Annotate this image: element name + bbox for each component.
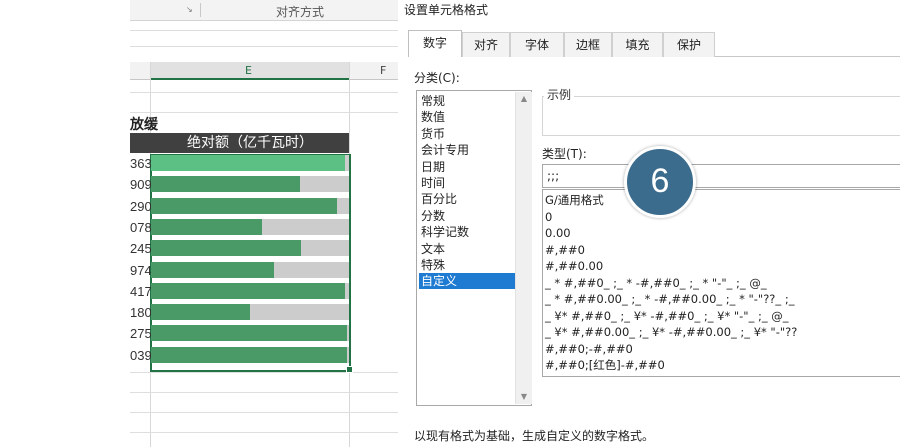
format-cells-dialog: 设置单元格格式 分类(C): 常规 数值 货币 会计专用 日期 时间 百分比 分数 科学记数 文本…	[398, 0, 900, 447]
data-bar[interactable]	[151, 176, 300, 193]
type-label: 类型(T):	[542, 147, 587, 161]
category-item[interactable]: 常规	[419, 93, 517, 109]
dialog-description: 以现有格式为基础，生成自定义的数字格式。	[414, 429, 655, 443]
format-code-item[interactable]: _ ¥* #,##0.00_ ;_ ¥* -#,##0.00_ ;_ ¥* "-…	[545, 324, 797, 341]
row-value-cell[interactable]: 180	[130, 303, 152, 322]
category-item[interactable]: 时间	[419, 175, 517, 191]
tab-5[interactable]: 保护	[663, 32, 715, 57]
data-bar[interactable]	[151, 261, 274, 278]
row-value-cell[interactable]: 363	[130, 154, 152, 173]
sample-label: 示例	[544, 86, 575, 103]
gridline	[130, 372, 398, 373]
data-bar[interactable]	[151, 325, 347, 342]
category-item[interactable]: 特殊	[419, 257, 517, 273]
format-code-item[interactable]: G/通用格式	[545, 192, 604, 209]
format-code-item[interactable]: #,##0;-#,##0	[545, 341, 633, 358]
data-bar[interactable]	[151, 282, 345, 299]
fill-handle[interactable]	[346, 366, 353, 373]
tab-4[interactable]: 填充	[612, 32, 663, 57]
data-bar[interactable]	[151, 218, 262, 235]
row-value-cell[interactable]: 039	[130, 346, 152, 365]
dialog-title: 设置单元格格式	[404, 3, 489, 17]
row-value-cell[interactable]: 078	[130, 218, 152, 237]
tab-0[interactable]: 数字	[408, 30, 462, 57]
gridline	[130, 92, 398, 93]
gridline	[130, 412, 398, 413]
category-item[interactable]: 数值	[419, 109, 517, 125]
row-value-cell[interactable]: 974	[130, 261, 152, 280]
row-value-cell[interactable]: 245	[130, 239, 152, 258]
category-scrollbar[interactable]: ▲ ▼	[515, 92, 532, 404]
tab-3[interactable]: 边框	[564, 32, 612, 57]
category-item[interactable]: 日期	[419, 159, 517, 175]
format-code-item[interactable]: _ ¥* #,##0_ ;_ ¥* -#,##0_ ;_ ¥* "-"_ ;_ …	[545, 308, 789, 325]
format-code-list[interactable]: G/通用格式 0 0.00 #,##0 #,##0.00 _ * #,##0_ ;_ * …	[542, 189, 900, 377]
data-bar[interactable]	[151, 346, 347, 363]
row-value-cell[interactable]: 275	[130, 324, 152, 343]
format-code-item[interactable]: 0	[545, 209, 552, 226]
scroll-down-icon[interactable]: ▼	[516, 390, 532, 404]
ribbon-separator	[200, 3, 201, 17]
category-label: 分类(C):	[414, 71, 460, 85]
scroll-up-icon[interactable]: ▲	[516, 92, 532, 106]
category-item[interactable]: 自定义	[419, 273, 517, 290]
column-e-label: E	[245, 64, 252, 77]
type-input[interactable]: ;;;	[542, 164, 900, 188]
category-item[interactable]: 文本	[419, 241, 517, 257]
ribbon-group-alignment: 对齐方式	[276, 5, 325, 19]
sheet-title-cell[interactable]: 放缓	[130, 114, 158, 134]
data-bar[interactable]	[151, 197, 337, 214]
gridline	[130, 392, 398, 393]
format-code-item[interactable]: _ * #,##0.00_ ;_ * -#,##0.00_ ;_ * "-"??…	[545, 291, 794, 308]
row-value-cell[interactable]: 417	[130, 282, 152, 301]
category-item[interactable]: 货币	[419, 126, 517, 142]
format-code-item[interactable]: #,##0.00	[545, 258, 603, 275]
gridline	[130, 432, 398, 433]
table-header-cell[interactable]: 绝对额（亿千瓦时）	[152, 133, 348, 153]
row-value-cell[interactable]: 909	[130, 175, 152, 194]
gridline	[130, 112, 398, 113]
format-code-item[interactable]: #,##0	[545, 242, 585, 259]
format-code-item[interactable]: #,##0;[红色]-#,##0	[545, 357, 665, 374]
sample-groupbox	[542, 96, 900, 136]
category-item[interactable]: 科学记数	[419, 224, 517, 240]
category-listbox[interactable]: 常规 数值 货币 会计专用 日期 时间 百分比 分数 科学记数 文本 特殊 自定义 ▲ ▼	[416, 90, 532, 406]
gridline	[130, 46, 398, 47]
category-item[interactable]: 分数	[419, 208, 517, 224]
format-code-item[interactable]: _ * #,##0_ ;_ * -#,##0_ ;_ * "-"_ ;_ @_	[545, 275, 767, 292]
category-item[interactable]: 会计专用	[419, 142, 517, 158]
step-number-badge: 6	[624, 146, 696, 218]
dialog-launcher-icon[interactable]: ↘	[186, 6, 194, 14]
category-item[interactable]: 百分比	[419, 191, 517, 207]
data-bar[interactable]	[151, 240, 301, 257]
spreadsheet-area[interactable]: ↘ 对齐方式 E F 放缓 绝对额（亿千瓦时） 363 909 290 078 245 9…	[130, 0, 398, 447]
ribbon-strip	[130, 0, 398, 21]
format-code-item[interactable]: 0.00	[545, 225, 571, 242]
tab-1[interactable]: 对齐	[462, 32, 510, 57]
data-bar[interactable]	[151, 304, 250, 321]
data-bar[interactable]	[151, 155, 345, 171]
column-f-label: F	[380, 64, 387, 77]
row-value-cell[interactable]: 290	[130, 197, 152, 216]
tab-2[interactable]: 字体	[510, 32, 564, 57]
gridline	[130, 30, 398, 31]
